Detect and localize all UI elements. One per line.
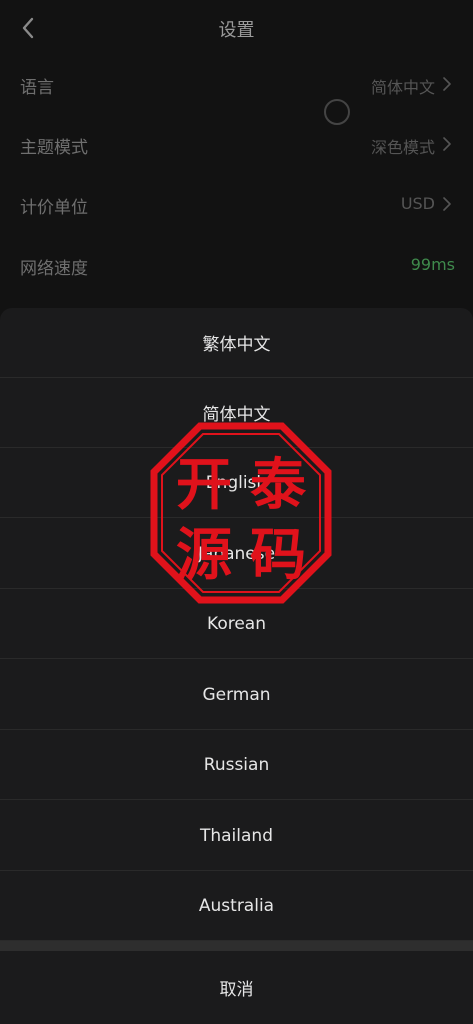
language-option-australia[interactable]: Australia [0,871,473,941]
settings-row-theme[interactable]: 主题模式 深色模式 [0,115,473,175]
sheet-divider [0,941,473,951]
language-picker-sheet: 繁体中文 简体中文 English Japanese Korean German… [0,308,473,1024]
header: 设置 [0,0,473,55]
language-option-russian[interactable]: Russian [0,730,473,800]
settings-row-currency[interactable]: 计价单位 USD [0,175,473,235]
settings-row-value: 深色模式 [370,138,435,157]
settings-row-network-speed: 网络速度 99ms [0,236,473,296]
language-option-traditional-chinese[interactable]: 繁体中文 [0,308,473,378]
language-option-korean[interactable]: Korean [0,589,473,659]
chevron-right-icon [443,77,451,91]
settings-row-label: 计价单位 [20,198,88,218]
language-option-german[interactable]: German [0,660,473,730]
settings-row-value: 简体中文 [370,78,435,97]
network-speed-value: 99ms [410,255,455,274]
settings-page: 设置 语言 简体中文 主题模式 深色模式 计价单位 USD 网络速度 99ms … [0,0,473,1024]
settings-row-label: 语言 [20,78,54,98]
chevron-right-icon [443,197,451,211]
settings-row-language[interactable]: 语言 简体中文 [0,55,473,115]
language-option-japanese[interactable]: Japanese [0,519,473,589]
settings-row-label: 网络速度 [20,259,88,279]
page-title: 设置 [218,20,255,41]
settings-row-value: USD [400,194,435,213]
settings-row-label: 主题模式 [20,138,88,158]
language-option-thailand[interactable]: Thailand [0,801,473,871]
cancel-button[interactable]: 取消 [0,951,473,1024]
language-option-simplified-chinese[interactable]: 简体中文 [0,378,473,448]
chevron-right-icon [443,137,451,151]
language-option-english[interactable]: English [0,448,473,518]
